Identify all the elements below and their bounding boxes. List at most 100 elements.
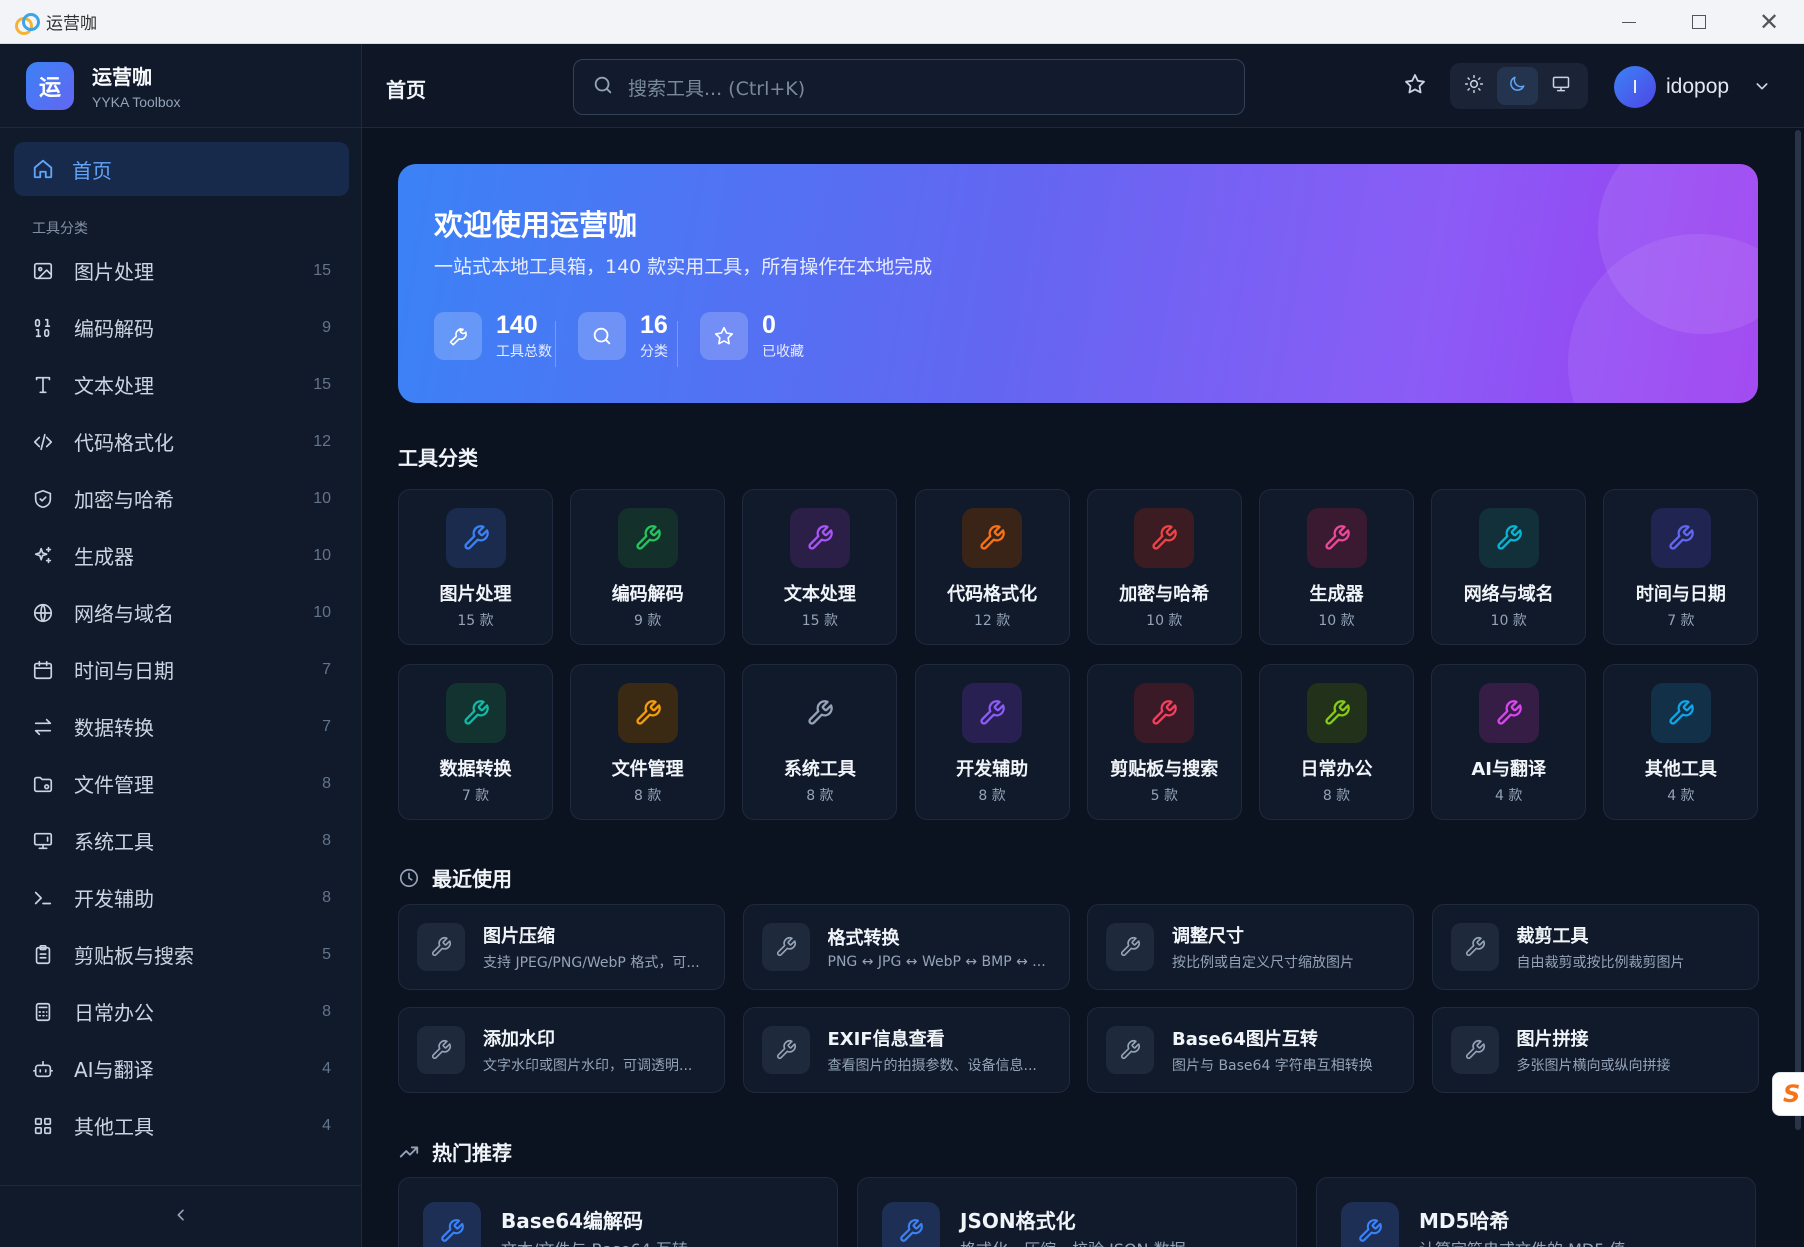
recent-tool-card[interactable]: 图片拼接 多张图片横向或纵向拼接 (1431, 1007, 1759, 1093)
divider (555, 321, 556, 367)
category-card[interactable]: 数据转换 7 款 (398, 664, 553, 820)
brand-logo: 运 (26, 61, 74, 110)
category-card[interactable]: 图片处理 15 款 (398, 489, 553, 645)
wrench-icon (1450, 1026, 1499, 1074)
shield-icon (32, 488, 54, 510)
favorites-button[interactable] (1400, 71, 1430, 101)
category-name: 文本处理 (783, 584, 856, 605)
category-card[interactable]: 开发辅助 8 款 (914, 664, 1070, 820)
sidebar-item-14[interactable]: 日常办公 8 (0, 983, 361, 1040)
sidebar-item-count: 7 (322, 717, 331, 735)
wrench-icon (617, 508, 678, 568)
category-card[interactable]: 剪贴板与搜索 5 款 (1086, 664, 1242, 820)
light-theme-button[interactable] (1454, 67, 1494, 105)
sidebar-item-10[interactable]: 文件管理 8 (0, 755, 361, 812)
category-count: 8 款 (1322, 788, 1351, 804)
sidebar-item-15[interactable]: AI与翻译 4 (0, 1040, 361, 1097)
sidebar-item-9[interactable]: 数据转换 7 (0, 698, 361, 755)
close-button[interactable]: ✕ (1734, 0, 1804, 44)
dark-theme-button[interactable] (1497, 67, 1538, 105)
recent-tool-card[interactable]: 格式转换 PNG ↔ JPG ↔ WebP ↔ BMP ↔ ... (742, 904, 1070, 990)
sidebar-item-count: 10 (313, 546, 331, 564)
sidebar-item-12[interactable]: 开发辅助 8 (0, 869, 361, 926)
category-name: 时间与日期 (1635, 584, 1726, 605)
floating-input-method-tab[interactable]: S (1772, 1072, 1804, 1116)
recent-tool-card[interactable]: Base64图片互转 图片与 Base64 字符串互相转换 (1087, 1007, 1414, 1093)
type-icon (32, 374, 54, 396)
wrench-icon (617, 683, 678, 743)
username[interactable]: idopop (1666, 75, 1729, 99)
divider (677, 321, 678, 367)
sidebar-item-13[interactable]: 剪贴板与搜索 5 (0, 926, 361, 983)
wrench-icon (1106, 1026, 1154, 1074)
category-name: AI与翻译 (1471, 759, 1546, 780)
system-theme-button[interactable] (1541, 67, 1581, 105)
sidebar-item-7[interactable]: 网络与域名 10 (0, 584, 361, 641)
stat-value: 140 (496, 311, 538, 339)
sidebar-item-label: 开发辅助 (74, 887, 154, 911)
category-card[interactable]: 代码格式化 12 款 (914, 489, 1070, 645)
welcome-title: 欢迎使用运营咖 (434, 208, 638, 242)
wrench-icon (1450, 923, 1499, 971)
sidebar-item-3[interactable]: 文本处理 15 (0, 356, 361, 413)
category-name: 代码格式化 (947, 584, 1038, 605)
maximize-button[interactable] (1664, 0, 1734, 44)
wrench-icon (1650, 683, 1711, 743)
welcome-subtitle: 一站式本地工具箱，140 款实用工具，所有操作在本地完成 (434, 256, 933, 278)
hot-tool-card[interactable]: MD5哈希计算字符串或文件的 MD5 值 (1316, 1177, 1756, 1247)
sidebar-item-count: 4 (322, 1059, 331, 1077)
chevron-down-icon[interactable] (1754, 78, 1770, 98)
tool-name: 图片拼接 (1516, 1029, 1589, 1050)
sidebar-item-4[interactable]: 代码格式化 12 (0, 413, 361, 470)
sidebar-item-5[interactable]: 加密与哈希 10 (0, 470, 361, 527)
category-card[interactable]: 编码解码 9 款 (570, 489, 726, 645)
wrench-icon (445, 683, 506, 743)
sidebar-item-1[interactable]: 图片处理 15 (0, 242, 361, 299)
wrench-icon (789, 683, 850, 743)
top-header: 首页 搜索工具... (Ctrl+K) I idopop (362, 44, 1804, 128)
minimize-button[interactable] (1594, 0, 1664, 44)
category-card[interactable]: 其他工具 4 款 (1603, 664, 1759, 820)
category-card[interactable]: 系统工具 8 款 (742, 664, 898, 820)
sidebar-item-6[interactable]: 生成器 10 (0, 527, 361, 584)
sidebar-item-count: 15 (313, 261, 331, 279)
recent-tool-card[interactable]: 添加水印 文字水印或图片水印，可调透明... (398, 1007, 725, 1093)
sidebar-item-label: 生成器 (74, 545, 134, 569)
category-card[interactable]: 文件管理 8 款 (570, 664, 726, 820)
section-title-text: 热门推荐 (432, 1141, 512, 1165)
hot-tool-card[interactable]: Base64编解码文本/文件与 Base64 互转 (398, 1177, 838, 1247)
recent-tool-card[interactable]: EXIF信息查看 查看图片的拍摄参数、设备信息... (742, 1007, 1070, 1093)
hot-tool-card[interactable]: JSON格式化格式化、压缩、校验 JSON 数据 (857, 1177, 1297, 1247)
recent-tool-card[interactable]: 调整尺寸 按比例或自定义尺寸缩放图片 (1087, 904, 1414, 990)
wrench-icon (761, 923, 810, 971)
sidebar-item-label: 网络与域名 (74, 602, 174, 626)
recent-tool-card[interactable]: 裁剪工具 自由裁剪或按比例裁剪图片 (1431, 904, 1759, 990)
category-card[interactable]: 日常办公 8 款 (1259, 664, 1414, 820)
category-card[interactable]: 加密与哈希 10 款 (1086, 489, 1242, 645)
sidebar-item-2[interactable]: 编码解码 9 (0, 299, 361, 356)
category-count: 8 款 (634, 788, 662, 804)
sidebar-item-11[interactable]: 系统工具 8 (0, 812, 361, 869)
collapse-sidebar-button[interactable] (0, 1185, 361, 1247)
calendar-icon (32, 659, 54, 681)
category-count: 8 款 (978, 788, 1006, 804)
category-count: 10 款 (1490, 613, 1527, 629)
category-card[interactable]: 生成器 10 款 (1259, 489, 1414, 645)
category-card[interactable]: 文本处理 15 款 (742, 489, 898, 645)
category-card[interactable]: AI与翻译 4 款 (1431, 664, 1587, 820)
search-input[interactable]: 搜索工具... (Ctrl+K) (573, 59, 1245, 115)
category-card[interactable]: 时间与日期 7 款 (1603, 489, 1759, 645)
sidebar-item-label: AI与翻译 (74, 1058, 154, 1082)
sidebar-item-count: 8 (322, 774, 331, 792)
category-card[interactable]: 网络与域名 10 款 (1431, 489, 1587, 645)
scrollbar-thumb[interactable] (1795, 130, 1801, 1130)
stat-value: 0 (762, 311, 776, 339)
sidebar-item-home[interactable]: 首页 (14, 142, 349, 196)
category-name: 开发辅助 (956, 759, 1029, 780)
avatar[interactable]: I (1614, 66, 1656, 108)
sidebar-item-16[interactable]: 其他工具 4 (0, 1097, 361, 1154)
wrench-icon (1478, 683, 1539, 743)
recent-tool-card[interactable]: 图片压缩 支持 JPEG/PNG/WebP 格式，可... (398, 904, 725, 990)
sidebar-item-8[interactable]: 时间与日期 7 (0, 641, 361, 698)
sidebar-item-count: 15 (313, 375, 331, 393)
